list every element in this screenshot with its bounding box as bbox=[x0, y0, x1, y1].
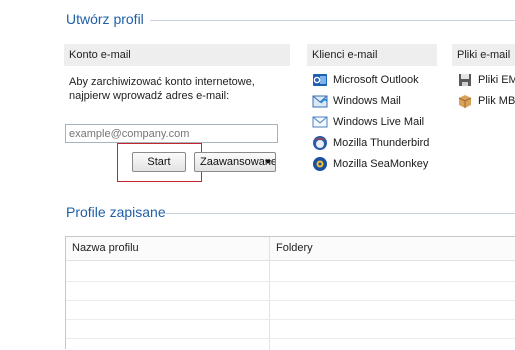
column-header-profile-name[interactable]: Nazwa profilu bbox=[66, 237, 270, 260]
outlook-icon bbox=[312, 72, 328, 88]
file-item-eml[interactable]: Pliki EML bbox=[457, 72, 515, 93]
start-button[interactable]: Start bbox=[132, 152, 186, 172]
saved-profiles-title: Profile zapisane bbox=[66, 204, 166, 220]
email-clients-list: Microsoft Outlook Windows Mail Windows L… bbox=[312, 72, 429, 177]
column-divider bbox=[269, 237, 270, 350]
advanced-dropdown-button[interactable]: Zaawansowane bbox=[194, 152, 276, 172]
client-item-windows-live-mail[interactable]: Windows Live Mail bbox=[312, 114, 429, 135]
create-profile-divider bbox=[150, 20, 515, 21]
client-item-seamonkey[interactable]: Mozilla SeaMonkey bbox=[312, 156, 429, 177]
eml-file-icon bbox=[457, 72, 473, 88]
client-label: Mozilla Thunderbird bbox=[333, 137, 430, 150]
client-label: Windows Mail bbox=[333, 95, 401, 108]
description-line-1: Aby zarchiwizować konto internetowe, bbox=[69, 76, 255, 88]
create-profile-title: Utwórz profil bbox=[66, 11, 144, 27]
windows-mail-icon bbox=[312, 93, 328, 109]
client-label: Microsoft Outlook bbox=[333, 74, 419, 87]
windows-live-mail-icon bbox=[312, 114, 328, 130]
email-files-header: Pliki e-mail bbox=[452, 44, 515, 66]
saved-profiles-divider bbox=[163, 213, 515, 214]
chevron-down-icon bbox=[265, 160, 271, 164]
client-label: Windows Live Mail bbox=[333, 116, 425, 129]
thunderbird-icon bbox=[312, 135, 328, 151]
saved-profiles-table: Nazwa profilu Foldery bbox=[65, 236, 515, 350]
email-clients-header: Klienci e-mail bbox=[307, 44, 437, 66]
email-address-input[interactable] bbox=[65, 124, 278, 143]
row-divider bbox=[66, 281, 515, 282]
email-account-header: Konto e-mail bbox=[64, 44, 290, 66]
row-divider bbox=[66, 338, 515, 339]
email-files-list: Pliki EML Plik MBOX bbox=[457, 72, 515, 114]
client-item-outlook[interactable]: Microsoft Outlook bbox=[312, 72, 429, 93]
file-label: Pliki EML bbox=[478, 74, 515, 87]
client-item-windows-mail[interactable]: Windows Mail bbox=[312, 93, 429, 114]
row-divider bbox=[66, 300, 515, 301]
email-account-description: Aby zarchiwizować konto internetowe, naj… bbox=[69, 75, 255, 103]
seamonkey-icon bbox=[312, 156, 328, 172]
file-label: Plik MBOX bbox=[478, 95, 515, 108]
client-label: Mozilla SeaMonkey bbox=[333, 158, 429, 171]
column-header-folders[interactable]: Foldery bbox=[270, 237, 515, 260]
table-header: Nazwa profilu Foldery bbox=[66, 237, 515, 261]
description-line-2: najpierw wprowadź adres e-mail: bbox=[69, 90, 230, 102]
row-divider bbox=[66, 319, 515, 320]
client-item-thunderbird[interactable]: Mozilla Thunderbird bbox=[312, 135, 429, 156]
file-item-mbox[interactable]: Plik MBOX bbox=[457, 93, 515, 114]
mbox-file-icon bbox=[457, 93, 473, 109]
